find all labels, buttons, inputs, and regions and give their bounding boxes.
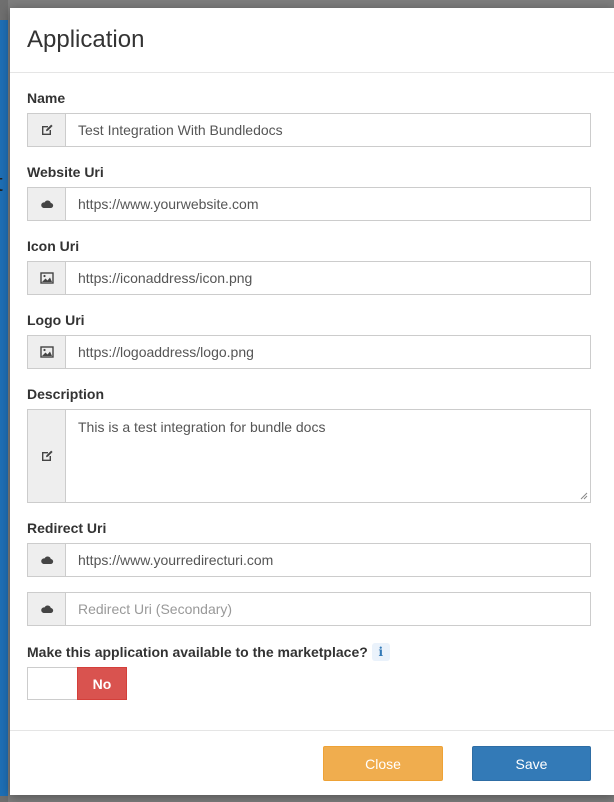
toggle-track[interactable] [28, 668, 77, 699]
name-input-group: Test Integration With Bundledocs [27, 113, 591, 147]
icon-uri-input-group: https://iconaddress/icon.png [27, 261, 591, 295]
marketplace-label: Make this application available to the m… [27, 644, 368, 660]
logo-uri-input[interactable]: https://logoaddress/logo.png [65, 335, 591, 369]
cloud-icon [27, 592, 65, 626]
name-label: Name [27, 90, 66, 106]
dialog-footer: Close Save [10, 730, 614, 795]
description-label: Description [27, 386, 105, 402]
icon-uri-input[interactable]: https://iconaddress/icon.png [65, 261, 591, 295]
logo-uri-label: Logo Uri [27, 312, 85, 328]
backdrop-accent-bar [0, 20, 8, 796]
info-icon[interactable]: i [371, 643, 390, 661]
cloud-icon [27, 543, 65, 577]
description-text: This is a test integration for bundle do… [78, 419, 326, 435]
redirect-uri-label: Redirect Uri [27, 520, 107, 536]
redirect-uri-input-group: https://www.yourredirecturi.com [27, 543, 591, 577]
website-uri-input-group: https://www.yourwebsite.com [27, 187, 591, 221]
edit-icon [27, 113, 65, 147]
application-dialog: Application Name Test Integration With B… [10, 8, 614, 795]
icon-uri-label: Icon Uri [27, 238, 80, 254]
save-button[interactable]: Save [472, 746, 591, 781]
redirect-uri-secondary-input-group: Redirect Uri (Secondary) [27, 592, 591, 626]
toggle-no-label[interactable]: No [77, 667, 127, 700]
website-uri-label: Website Uri [27, 164, 104, 180]
backdrop-partial-text: t [0, 170, 3, 198]
marketplace-toggle[interactable]: No [27, 667, 127, 700]
image-icon [27, 335, 65, 369]
cloud-icon [27, 187, 65, 221]
redirect-uri-secondary-input[interactable]: Redirect Uri (Secondary) [65, 592, 591, 626]
dialog-header: Application [10, 8, 614, 73]
name-input[interactable]: Test Integration With Bundledocs [65, 113, 591, 147]
edit-icon [27, 409, 65, 503]
close-button[interactable]: Close [323, 746, 443, 781]
website-uri-input[interactable]: https://www.yourwebsite.com [65, 187, 591, 221]
marketplace-question: Make this application available to the m… [27, 643, 390, 661]
logo-uri-input-group: https://logoaddress/logo.png [27, 335, 591, 369]
redirect-uri-input[interactable]: https://www.yourredirecturi.com [65, 543, 591, 577]
description-input-group: This is a test integration for bundle do… [27, 409, 591, 503]
description-textarea[interactable]: This is a test integration for bundle do… [65, 409, 591, 503]
dialog-title: Application [27, 26, 145, 53]
resize-grip-icon[interactable] [580, 492, 588, 500]
image-icon [27, 261, 65, 295]
